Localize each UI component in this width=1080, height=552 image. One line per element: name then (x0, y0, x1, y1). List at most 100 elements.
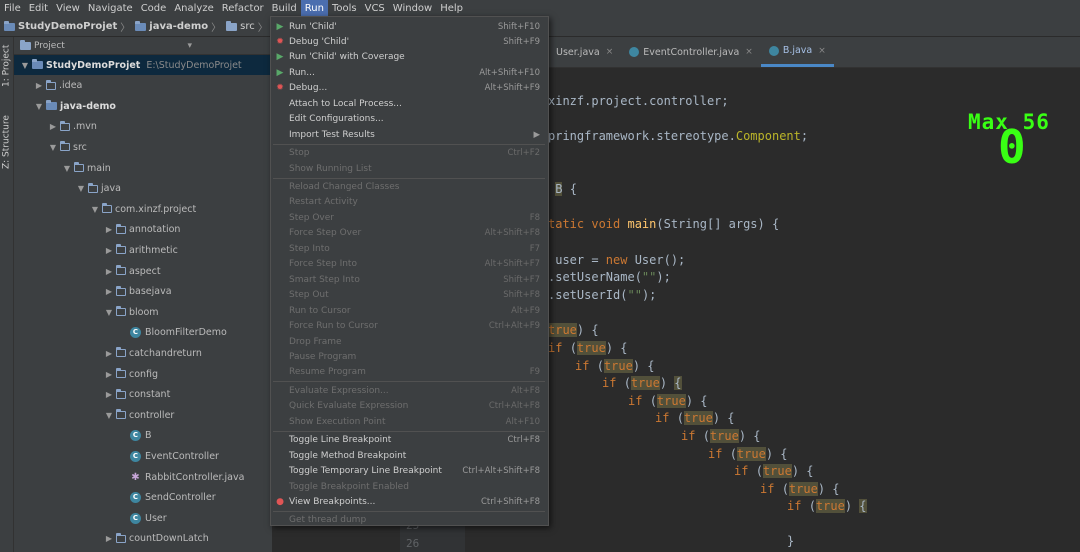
menu-file[interactable]: File (0, 0, 25, 17)
tree-item[interactable]: C EventController (14, 446, 272, 466)
expand-down-icon[interactable]: ▼ (62, 164, 72, 173)
expand-right-icon[interactable]: ▶ (104, 287, 114, 296)
menu-item[interactable]: ● View Breakpoints... Ctrl+Shift+F8 (271, 495, 548, 510)
breadcrumb-item[interactable]: java-demo 〉 (135, 19, 224, 34)
code-line: .setUserName(""); (548, 270, 671, 284)
menu-item-label: Toggle Breakpoint Enabled (289, 481, 409, 492)
menu-item: Stop Ctrl+F2 (271, 146, 548, 161)
tree-item-label: B (145, 430, 152, 442)
expand-down-icon[interactable]: ▼ (48, 143, 58, 152)
chevron-down-icon[interactable]: ▾ (187, 41, 192, 51)
tree-item[interactable]: ▶ config (14, 364, 272, 384)
tree-item[interactable]: ▶ countDownLatch (14, 529, 272, 549)
tree-item[interactable]: ▶ basejava (14, 282, 272, 302)
expand-right-icon[interactable]: ▶ (104, 534, 114, 543)
expand-right-icon[interactable]: ▶ (104, 370, 114, 379)
menu-view[interactable]: View (52, 0, 84, 17)
menu-window[interactable]: Window (389, 0, 436, 17)
tree-item[interactable]: C User (14, 508, 272, 528)
menu-help[interactable]: Help (436, 0, 467, 17)
menu-item-label: Debug 'Child' (289, 36, 350, 47)
tree-item[interactable]: ✱ RabbitController.java (14, 467, 272, 487)
menu-item[interactable]: ▶ Run... Alt+Shift+F10 (271, 65, 548, 80)
menu-edit[interactable]: Edit (25, 0, 52, 17)
close-icon[interactable]: × (745, 47, 753, 57)
menu-item-label: Attach to Local Process... (289, 98, 402, 109)
expand-right-icon[interactable]: ▶ (104, 246, 114, 255)
tree-item[interactable]: ▶ .idea (14, 76, 272, 96)
expand-down-icon[interactable]: ▼ (104, 308, 114, 317)
menu-item[interactable]: ▶ Run 'Child' Shift+F10 (271, 19, 548, 34)
menu-vcs[interactable]: VCS (361, 0, 389, 17)
menu-item[interactable]: Import Test Results ▶ (271, 127, 548, 142)
expand-right-icon[interactable]: ▶ (104, 267, 114, 276)
menu-item[interactable]: Attach to Local Process... (271, 96, 548, 111)
menu-code[interactable]: Code (137, 0, 171, 17)
tree-item[interactable]: ▼ bloom (14, 302, 272, 322)
menu-item-shortcut: Shift+F10 (497, 21, 540, 32)
project-tool-tab[interactable]: 1: Project (0, 41, 13, 91)
menu-item-shortcut: Ctrl+Alt+F9 (488, 321, 540, 332)
code-line: if (true) { (575, 359, 655, 373)
close-icon[interactable]: × (818, 46, 826, 56)
expand-down-icon[interactable]: ▼ (76, 184, 86, 193)
menu-item-label: Run to Cursor (289, 305, 351, 316)
tree-item[interactable]: ▶ constant (14, 385, 272, 405)
expand-right-icon[interactable]: ▶ (48, 122, 58, 131)
tree-item[interactable]: ▼ StudyDemoProjet E:\StudyDemoProjet (14, 55, 272, 75)
menu-item-label: Edit Configurations... (289, 114, 384, 125)
expand-down-icon[interactable]: ▼ (90, 205, 100, 214)
menu-item-label: Run 'Child' with Coverage (289, 52, 405, 63)
tree-item[interactable]: CB (14, 426, 272, 446)
menu-item[interactable]: Edit Configurations... (271, 112, 548, 127)
tree-item[interactable]: ▼ com.xinzf.project (14, 199, 272, 219)
close-icon[interactable]: × (606, 47, 614, 57)
chevron-right-icon: 〉 (211, 23, 222, 34)
tree-item[interactable]: ▶ arithmetic (14, 240, 272, 260)
menu-build[interactable]: Build (268, 0, 301, 17)
tree-item[interactable]: ▼ java (14, 179, 272, 199)
breadcrumb-item[interactable]: StudyDemoProjet 〉 (4, 19, 133, 34)
tree-item[interactable]: ▶ .mvn (14, 117, 272, 137)
expand-right-icon[interactable]: ▶ (104, 390, 114, 399)
folder-icon (32, 59, 43, 69)
editor-tab[interactable]: B.java × (760, 37, 834, 67)
menu-separator (273, 177, 545, 179)
menu-item[interactable]: ✹ Debug... Alt+Shift+F9 (271, 81, 548, 96)
breadcrumb-item[interactable]: src 〉 (226, 19, 271, 34)
tree-item[interactable]: ▶ aspect (14, 261, 272, 281)
menu-item[interactable]: Toggle Temporary Line Breakpoint Ctrl+Alt… (271, 464, 548, 479)
tree-item[interactable]: C BloomFilterDemo (14, 323, 272, 343)
project-panel: Project ▾ ▼ StudyDemoProjet E:\StudyDemoPr… (14, 37, 272, 552)
tree-item[interactable]: C SendController (14, 488, 272, 508)
tree-item[interactable]: ▼ main (14, 158, 272, 178)
expand-down-icon[interactable]: ▼ (20, 61, 30, 70)
expand-right-icon[interactable]: ▶ (104, 225, 114, 234)
expand-down-icon[interactable]: ▼ (34, 102, 44, 111)
menu-tools[interactable]: Tools (328, 0, 361, 17)
java-class-icon (768, 45, 779, 56)
tree-item[interactable]: ▼ src (14, 137, 272, 157)
project-panel-header[interactable]: Project ▾ (14, 37, 272, 55)
expand-down-icon[interactable]: ▼ (104, 411, 114, 420)
run-menu-dropdown: ▶ Run 'Child' Shift+F10 ✹ Debug 'Child' Shift… (270, 16, 549, 526)
tree-item[interactable]: ▼ controller (14, 405, 272, 425)
tree-item[interactable]: ▼ java-demo (14, 96, 272, 116)
menu-item[interactable]: ▶ Run 'Child' with Coverage (271, 50, 548, 65)
expand-right-icon[interactable]: ▶ (34, 81, 44, 90)
menu-item[interactable]: ✹ Debug 'Child' Shift+F9 (271, 34, 548, 49)
menu-run[interactable]: Run (300, 0, 328, 17)
tree-item[interactable]: ▶ annotation (14, 220, 272, 240)
class-icon: C (130, 512, 141, 524)
editor-tab[interactable]: EventController.java × (621, 37, 761, 67)
menu-analyze[interactable]: Analyze (170, 0, 217, 17)
menu-refactor[interactable]: Refactor (218, 0, 268, 17)
expand-right-icon[interactable]: ▶ (104, 349, 114, 358)
menu-item[interactable]: Toggle Method Breakpoint (271, 448, 548, 463)
menu-item[interactable]: Toggle Line Breakpoint Ctrl+F8 (271, 433, 548, 448)
menu-navigate[interactable]: Navigate (84, 0, 137, 17)
structure-tool-tab[interactable]: Z: Structure (0, 107, 13, 177)
code-line: tatic void main(String[] args) { (548, 217, 780, 231)
tree-item[interactable]: ▶ catchandreturn (14, 343, 272, 363)
editor-tab[interactable]: User.java × (548, 37, 621, 67)
